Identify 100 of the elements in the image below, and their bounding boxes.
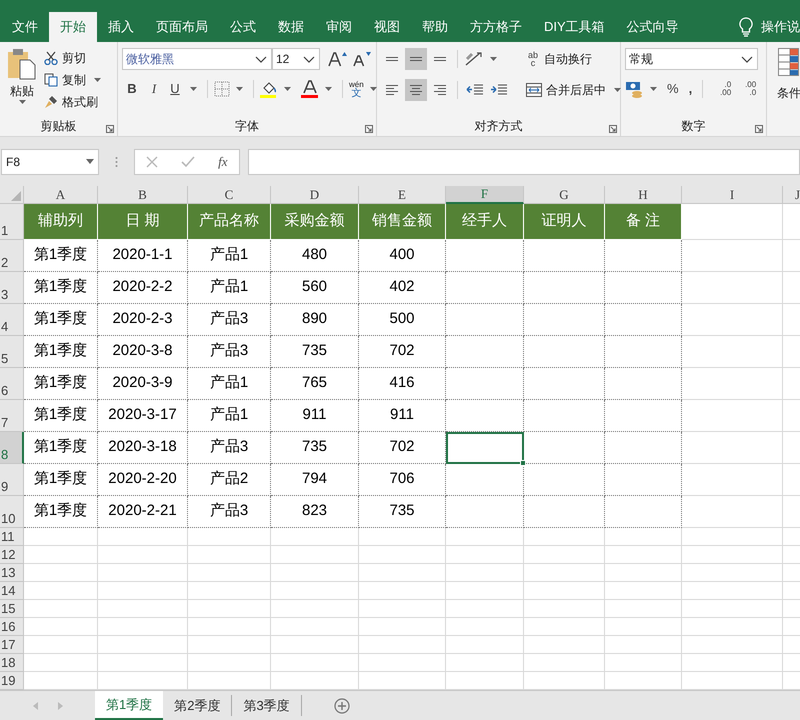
name-box[interactable]: F8 (1, 148, 99, 174)
sheet-tab[interactable]: 第1季度 (95, 691, 164, 720)
grow-font-icon[interactable] (328, 51, 348, 67)
ribbon-tab[interactable]: 帮助 (411, 12, 459, 42)
check-icon[interactable] (181, 156, 196, 168)
row-header[interactable]: 7 (0, 400, 24, 432)
insert-function-button[interactable]: fx (218, 152, 228, 172)
launcher-icon[interactable] (609, 125, 617, 133)
table-cell: 第1季度 (24, 240, 98, 272)
table-cell: 765 (271, 368, 359, 400)
add-sheet-icon[interactable] (334, 698, 350, 714)
column-header[interactable]: D (271, 186, 359, 204)
chevron-down-icon (255, 56, 267, 62)
copy-button[interactable]: 复制 (44, 70, 105, 90)
row-header[interactable]: 10 (0, 496, 24, 528)
phonetic-button[interactable]: wén 文 (349, 80, 364, 98)
ribbon-tab[interactable]: 页面布局 (145, 12, 219, 42)
column-header[interactable]: G (524, 186, 605, 204)
paste-button[interactable]: 粘贴 (4, 48, 40, 116)
caret-icon (18, 100, 26, 104)
ribbon-tab[interactable]: 文件 (1, 12, 49, 42)
table-cell: 735 (271, 336, 359, 368)
merge-center-button[interactable]: 合并后居中 (526, 79, 625, 101)
caret-icon (490, 57, 497, 61)
column-header[interactable]: F (446, 186, 524, 204)
ribbon-tab[interactable]: 方方格子 (459, 12, 533, 42)
ribbon-tab[interactable]: 公式 (219, 12, 267, 42)
row-header[interactable]: 5 (0, 336, 24, 368)
row-header[interactable]: 4 (0, 304, 24, 336)
table-cell: 702 (359, 432, 446, 464)
align-icon (433, 57, 447, 61)
table-cell: 第1季度 (24, 464, 98, 496)
borders-icon[interactable] (214, 80, 230, 97)
launcher-icon[interactable] (755, 125, 763, 133)
column-header[interactable]: I (682, 186, 783, 204)
shrink-font-icon[interactable] (352, 51, 372, 67)
sheet-tab[interactable]: 第3季度 (232, 695, 302, 716)
format-painter-button[interactable]: 格式刷 (44, 92, 105, 112)
comma-button[interactable]: , (684, 79, 696, 98)
row-header[interactable]: 16 (0, 618, 24, 636)
row-header[interactable]: 13 (0, 564, 24, 582)
ribbon-tab[interactable]: 视图 (363, 12, 411, 42)
header-cell: 销售金额 (359, 204, 446, 240)
orientation-icon[interactable] (464, 51, 484, 67)
column-header[interactable]: C (188, 186, 271, 204)
header-cell: 经手人 (446, 204, 524, 240)
row-header[interactable]: 3 (0, 272, 24, 304)
row-header[interactable]: 11 (0, 528, 24, 546)
row-header[interactable]: 19 (0, 672, 24, 690)
number-format-dropdown[interactable]: 常规 (625, 48, 758, 70)
row-header[interactable]: 6 (0, 368, 24, 400)
column-header[interactable]: A (24, 186, 98, 204)
decrease-indent-icon[interactable] (466, 83, 484, 97)
row-header[interactable]: 1 (0, 204, 24, 240)
ribbon-tab[interactable]: 开始 (49, 12, 97, 42)
row-header[interactable]: 9 (0, 464, 24, 496)
ribbon-tab[interactable]: 数据 (267, 12, 315, 42)
table-cell: 产品3 (188, 496, 271, 528)
sheet-tab[interactable]: 第2季度 (163, 695, 232, 716)
row-header[interactable]: 17 (0, 636, 24, 654)
table-cell: 第1季度 (24, 304, 98, 336)
font-color-icon[interactable] (301, 80, 319, 98)
table-cell: 第1季度 (24, 368, 98, 400)
underline-button[interactable]: U (166, 79, 184, 98)
launcher-icon[interactable] (365, 125, 373, 133)
formula-input[interactable] (248, 148, 800, 174)
cut-button[interactable]: 剪切 (44, 48, 105, 68)
fill-color-icon[interactable] (260, 80, 278, 98)
percent-button[interactable]: % (664, 79, 682, 98)
ribbon-tab[interactable]: 插入 (97, 12, 145, 42)
currency-icon[interactable] (625, 80, 643, 98)
row-header[interactable]: 15 (0, 600, 24, 618)
row-header[interactable]: 12 (0, 546, 24, 564)
column-header[interactable]: E (359, 186, 446, 204)
align-middle-button[interactable] (405, 48, 427, 70)
bold-button[interactable]: B (122, 79, 142, 98)
row-header[interactable]: 8 (0, 432, 24, 464)
font-name-dropdown[interactable]: 微软雅黑 (122, 48, 272, 70)
caret-icon (325, 86, 332, 91)
ribbon-tab[interactable]: 公式向导 (616, 12, 690, 42)
column-header[interactable]: B (98, 186, 188, 204)
table-cell: 735 (359, 496, 446, 528)
column-header[interactable]: J (783, 186, 800, 204)
increase-indent-icon[interactable] (490, 83, 508, 97)
decrease-decimal-button[interactable]: .00 .0 (734, 80, 756, 97)
fill-handle[interactable] (520, 460, 526, 466)
align-center-button[interactable] (405, 79, 427, 101)
increase-decimal-button[interactable]: .0 .00 (709, 80, 732, 97)
font-size-dropdown[interactable]: 12 (272, 48, 320, 70)
tell-me-search[interactable]: 操作说 (761, 17, 800, 37)
launcher-icon[interactable] (106, 125, 114, 133)
ribbon-tab[interactable]: DIY工具箱 (533, 12, 616, 42)
column-header[interactable]: H (605, 186, 682, 204)
row-header[interactable]: 2 (0, 240, 24, 272)
row-header[interactable]: 14 (0, 582, 24, 600)
table-cell: 560 (271, 272, 359, 304)
selected-cell[interactable] (446, 432, 524, 464)
row-header[interactable]: 18 (0, 654, 24, 672)
italic-button[interactable]: I (144, 79, 164, 98)
ribbon-tab[interactable]: 审阅 (315, 12, 363, 42)
